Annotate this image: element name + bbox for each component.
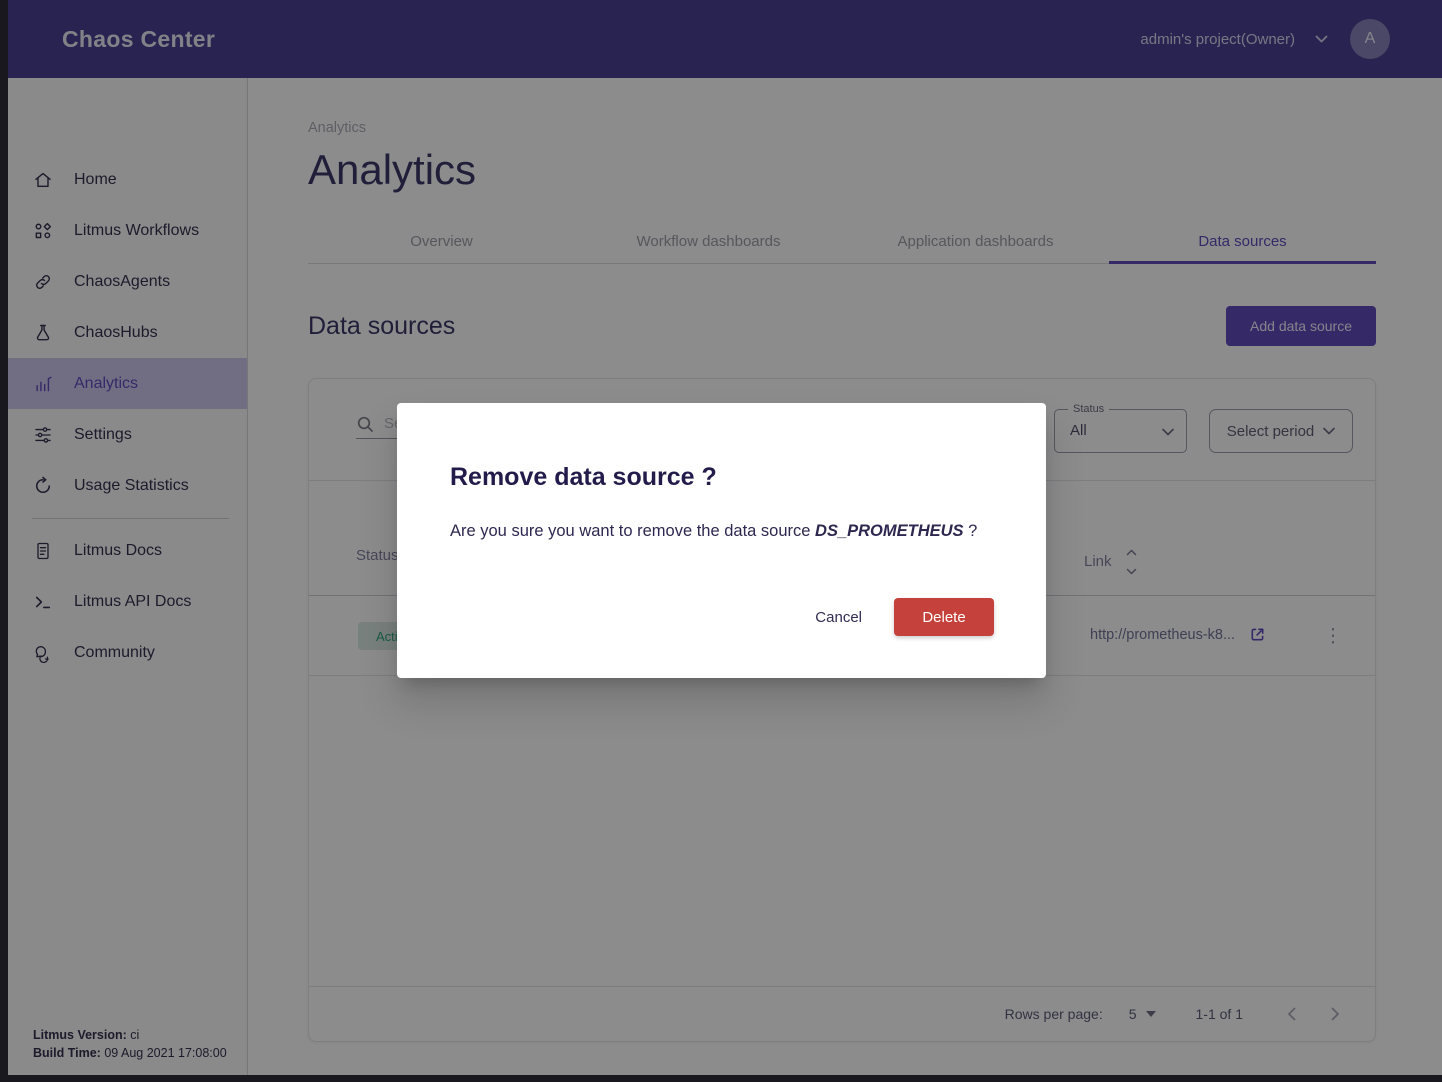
cancel-button[interactable]: Cancel	[793, 600, 884, 635]
dialog-message-suffix: ?	[964, 522, 978, 540]
dialog-message: Are you sure you want to remove the data…	[450, 522, 994, 541]
data-source-name: DS_PROMETHEUS	[815, 522, 964, 540]
dialog-title: Remove data source ?	[450, 463, 994, 492]
dialog-message-prefix: Are you sure you want to remove the data…	[450, 522, 815, 540]
remove-data-source-dialog: Remove data source ? Are you sure you wa…	[397, 403, 1046, 678]
delete-button[interactable]: Delete	[894, 598, 994, 636]
